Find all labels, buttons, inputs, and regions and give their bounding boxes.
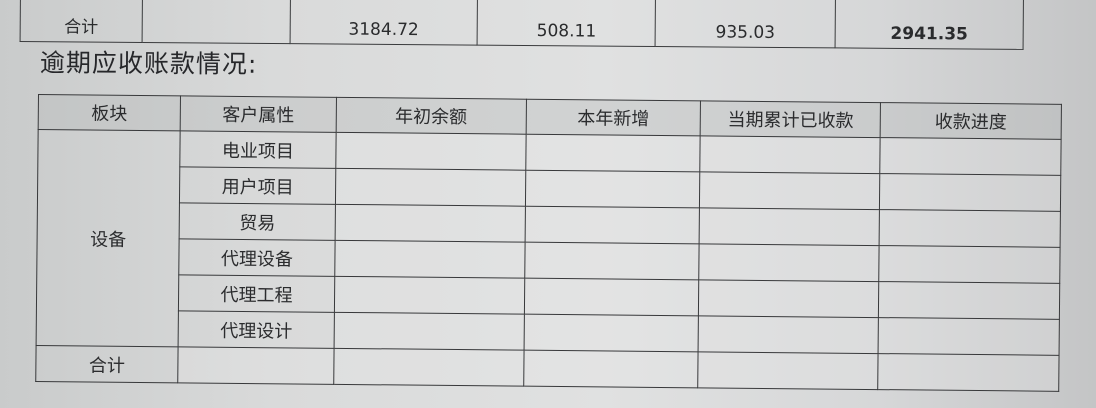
table-cell bbox=[335, 168, 526, 207]
summary-value: 935.03 bbox=[655, 0, 836, 48]
overdue-receivables-table: 板块 客户属性 年初余额 本年新增 当期累计已收款 收款进度 设备 电业项目 用… bbox=[35, 94, 1062, 392]
header-cell-collected: 当期累计已收款 bbox=[700, 100, 881, 138]
summary-total-row: 合计 3184.72 508.11 935.03 2941.35 bbox=[20, 0, 1024, 50]
row-label: 代理设备 bbox=[178, 238, 336, 277]
table-cell bbox=[334, 276, 525, 315]
table-cell bbox=[879, 137, 1062, 176]
table-cell bbox=[525, 134, 701, 172]
table-cell bbox=[878, 245, 1061, 284]
table-cell bbox=[699, 243, 880, 282]
table-cell bbox=[523, 314, 699, 352]
table-cell bbox=[699, 171, 880, 210]
table-cell bbox=[879, 209, 1061, 248]
table-cell bbox=[335, 132, 526, 171]
header-cell-customer-attr: 客户属性 bbox=[180, 95, 337, 133]
header-cell-progress: 收款进度 bbox=[880, 102, 1062, 140]
table-cell bbox=[335, 204, 526, 243]
table-cell bbox=[524, 242, 700, 280]
table-cell bbox=[698, 279, 879, 318]
table-cell bbox=[525, 170, 701, 208]
summary-total-label: 合计 bbox=[20, 0, 143, 43]
table-cell bbox=[524, 278, 700, 316]
summary-value-bold: 2941.35 bbox=[835, 0, 1024, 50]
total-label: 合计 bbox=[35, 345, 179, 383]
row-label: 代理设计 bbox=[178, 310, 335, 349]
table-cell bbox=[334, 312, 525, 351]
table-cell bbox=[700, 135, 881, 174]
table-cell bbox=[877, 353, 1060, 392]
header-cell-new-this-year: 本年新增 bbox=[525, 99, 701, 136]
summary-empty-cell bbox=[142, 0, 291, 44]
row-label: 贸易 bbox=[179, 202, 336, 241]
block-cell: 设备 bbox=[36, 129, 181, 347]
row-label: 电业项目 bbox=[179, 130, 337, 169]
header-cell-opening-balance: 年初余额 bbox=[336, 97, 527, 135]
summary-table-partial: 合计 3184.72 508.11 935.03 2941.35 bbox=[20, 0, 1024, 50]
section-title: 逾期应收账款情况: bbox=[39, 48, 258, 79]
row-label: 用户项目 bbox=[179, 166, 336, 205]
table-cell bbox=[524, 206, 700, 244]
table-cell bbox=[878, 317, 1060, 356]
table-cell bbox=[333, 348, 524, 387]
header-cell-block: 板块 bbox=[38, 94, 181, 131]
table-cell bbox=[177, 346, 335, 385]
table-cell bbox=[698, 351, 879, 390]
row-label: 代理工程 bbox=[178, 274, 335, 313]
table-cell bbox=[699, 207, 880, 246]
table-cell bbox=[523, 350, 699, 388]
table-cell bbox=[334, 240, 525, 279]
summary-value: 3184.72 bbox=[289, 0, 478, 46]
table-cell bbox=[698, 315, 879, 354]
table-cell bbox=[879, 173, 1061, 212]
table-cell bbox=[878, 281, 1060, 320]
summary-value: 508.11 bbox=[477, 0, 656, 47]
